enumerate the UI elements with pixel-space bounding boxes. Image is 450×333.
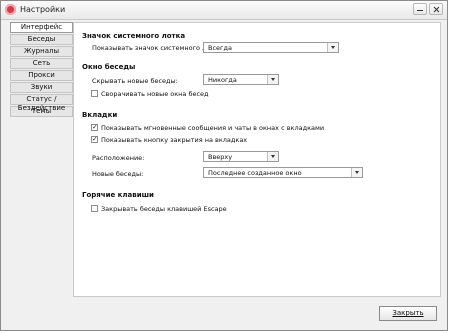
tab-label: Интерфейс xyxy=(20,23,63,31)
tabs-ims-checkbox[interactable] xyxy=(91,123,98,131)
hide-new-select-value: Никогда xyxy=(208,76,237,84)
new-conversations-select[interactable]: Последнее созданное окно xyxy=(203,167,363,178)
tab-conversations[interactable]: Беседы xyxy=(10,34,73,45)
minimize-new-checkbox[interactable] xyxy=(91,90,98,97)
new-conversations-select-value: Последнее созданное окно xyxy=(208,169,302,177)
conversation-section-title: Окно беседы xyxy=(82,63,136,71)
minimize-button[interactable] xyxy=(413,3,427,15)
close-button-label: Закрыть xyxy=(392,309,424,317)
close-button-checkbox[interactable] xyxy=(91,135,98,143)
settings-sidebar: Интерфейс Беседы Журналы Сеть Прокси Зву… xyxy=(10,22,73,118)
tab-label: Темы xyxy=(31,107,52,115)
tab-network[interactable]: Сеть xyxy=(10,58,73,69)
tab-sounds[interactable]: Звуки xyxy=(10,82,73,93)
tab-label: Сеть xyxy=(32,59,51,67)
tab-proxy[interactable]: Прокси xyxy=(10,70,73,81)
chevron-down-icon xyxy=(267,152,278,161)
placement-label: Расположение: xyxy=(92,154,145,162)
close-button[interactable]: Закрыть xyxy=(379,306,437,321)
settings-panel: Значок системного лотка Показывать значо… xyxy=(73,22,441,297)
tab-logs[interactable]: Журналы xyxy=(10,46,73,57)
minimize-new-label: Сворачивать новые окна бесед xyxy=(101,90,209,98)
hide-new-label: Скрывать новые беседы: xyxy=(92,77,178,85)
chevron-down-icon xyxy=(327,43,338,52)
close-button-label: Показывать кнопку закрытия на вкладках xyxy=(101,136,248,144)
tray-section-title: Значок системного лотка xyxy=(82,32,186,40)
title-bar: Настройки xyxy=(1,1,447,20)
chevron-down-icon xyxy=(267,75,278,84)
escape-close-checkbox[interactable] xyxy=(91,205,98,212)
placement-select[interactable]: Вверху xyxy=(203,151,279,162)
tab-interface[interactable]: Интерфейс xyxy=(10,22,73,33)
tabs-section-title: Вкладки xyxy=(82,111,118,119)
tray-select[interactable]: Всегда xyxy=(203,42,339,53)
hotkeys-section-title: Горячие клавиши xyxy=(82,191,154,199)
escape-close-label: Закрывать беседы клавишей Escape xyxy=(101,205,227,213)
close-window-button[interactable] xyxy=(429,3,443,15)
app-icon xyxy=(5,4,16,15)
tabs-ims-label: Показывать мгновенные сообщения и чаты в… xyxy=(101,124,325,132)
tab-label: Беседы xyxy=(27,35,56,43)
tray-select-value: Всегда xyxy=(208,44,232,52)
new-conversations-label: Новые беседы: xyxy=(92,170,144,178)
window-title: Настройки xyxy=(20,5,66,14)
settings-window: Настройки Интерфейс Беседы Журналы Сеть … xyxy=(0,0,448,331)
tab-label: Прокси xyxy=(28,71,55,79)
hide-new-select[interactable]: Никогда xyxy=(203,74,279,85)
chevron-down-icon xyxy=(351,168,362,177)
tab-label: Звуки xyxy=(30,83,53,91)
tab-status-idle[interactable]: Статус / Бездействие xyxy=(10,94,73,112)
tab-label: Журналы xyxy=(24,47,59,55)
placement-select-value: Вверху xyxy=(208,153,233,161)
